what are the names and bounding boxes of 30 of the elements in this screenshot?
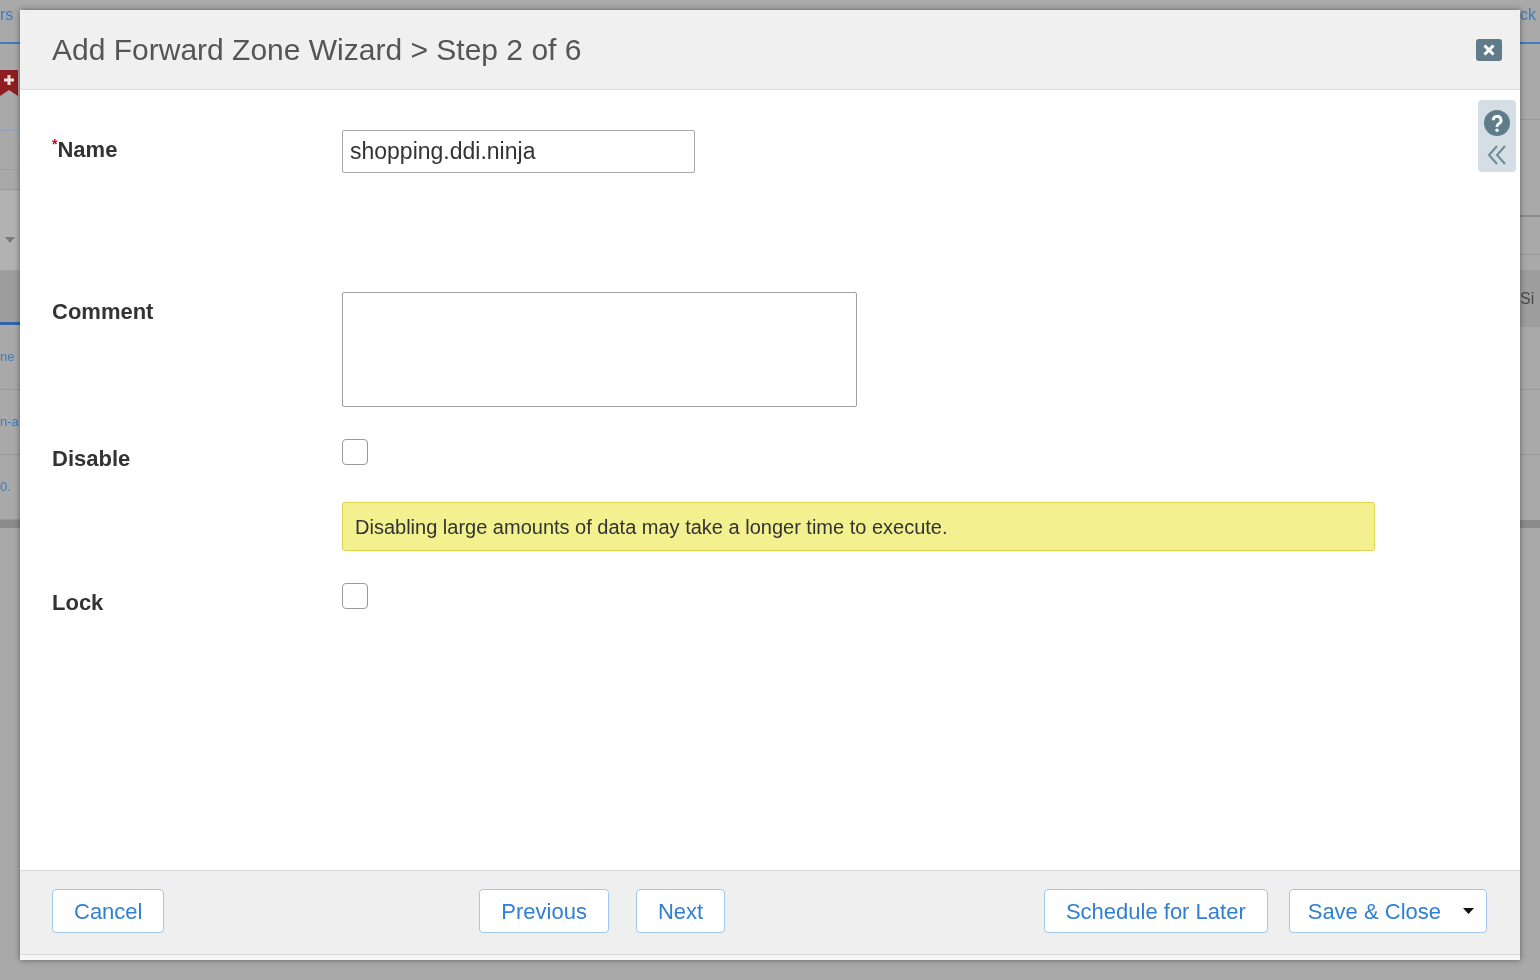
caret-icon[interactable]: [1463, 908, 1474, 914]
field-label: Lock: [52, 590, 104, 616]
close-icon[interactable]: [1476, 38, 1502, 61]
field-label: *Name: [52, 137, 118, 163]
warning-message: Disabling large amounts of data may take a longer time to execute.: [342, 502, 1375, 551]
text-area[interactable]: [342, 292, 857, 407]
scrollbar: [1520, 520, 1540, 528]
dialog-title: Add Forward Zone Wizard > Step 2 of 6: [52, 32, 582, 67]
tab-label: ck: [1520, 5, 1536, 25]
caret-icon: [5, 237, 15, 243]
double-chevron-left-icon[interactable]: [1486, 145, 1508, 165]
field-label: Disable: [52, 446, 131, 472]
footer-button[interactable]: Schedule for Later: [1043, 889, 1268, 933]
checkbox[interactable]: [342, 439, 368, 465]
footer-button[interactable]: Next: [635, 889, 726, 933]
field-label: Comment: [52, 299, 154, 325]
help-icon[interactable]: [1484, 110, 1510, 136]
table-cell: 0.: [0, 478, 11, 496]
checkbox[interactable]: [342, 583, 368, 609]
scrollbar: [0, 520, 20, 528]
column-header: Si: [1520, 288, 1535, 309]
table-header-row: [0, 270, 20, 322]
table-cell: n-a: [0, 413, 19, 431]
split-button[interactable]: Save & Close: [1288, 889, 1487, 933]
ribbon-plus-icon: [0, 70, 18, 96]
footer-button[interactable]: Previous: [479, 889, 609, 933]
text-input[interactable]: shopping.ddi.ninja: [342, 130, 695, 173]
tab-label: rs: [0, 5, 14, 25]
footer-button[interactable]: Cancel: [52, 889, 165, 933]
table-cell: ne: [0, 348, 15, 366]
